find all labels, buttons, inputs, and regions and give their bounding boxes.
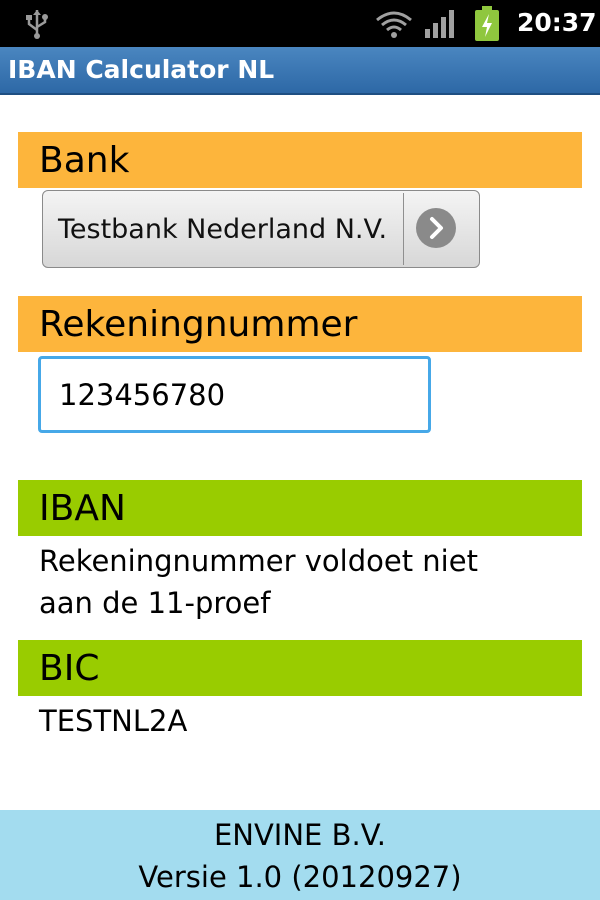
footer-version: Versie 1.0 (20120927) [138,860,462,894]
selector-divider [403,193,404,265]
status-bar: 20:37 [0,0,600,47]
bic-section-header: BIC [18,640,582,696]
footer-company: ENVINE B.V. [213,818,387,852]
bic-result: TESTNL2A [39,704,188,738]
iban-result-line2: aan de 11-proef [39,586,271,620]
wifi-icon [376,11,412,38]
bank-section-header: Bank [18,132,582,188]
status-time: 20:37 [517,8,597,37]
footer: ENVINE B.V. Versie 1.0 (20120927) [0,810,600,900]
bank-selector-button[interactable]: Testbank Nederland N.V. [42,190,480,268]
iban-result-line1: Rekeningnummer voldoet niet [39,544,478,578]
iban-section-header: IBAN [18,480,582,536]
signal-icon [425,10,454,38]
account-section-header: Rekeningnummer [18,296,582,352]
usb-icon [26,10,48,39]
iban-result: Rekeningnummer voldoet niet aan de 11-pr… [39,540,579,624]
selected-bank-label: Testbank Nederland N.V. [58,214,388,245]
app-title-bar: IBAN Calculator NL [0,47,600,95]
app-title: IBAN Calculator NL [8,55,275,84]
chevron-right-icon[interactable] [416,208,456,248]
battery-charging-icon [475,6,499,41]
account-number-input[interactable] [38,356,431,433]
